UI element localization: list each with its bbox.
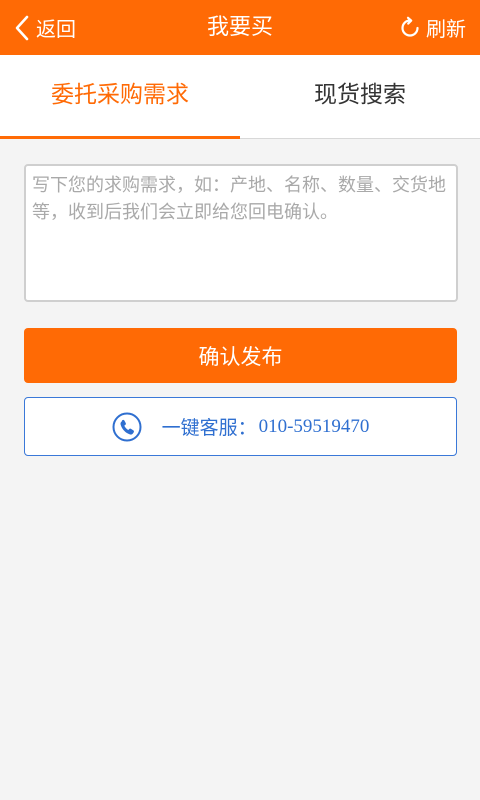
customer-service-button[interactable]: 一键客服： 010-59519470	[24, 397, 457, 456]
request-input[interactable]	[24, 164, 458, 302]
back-label: 返回	[36, 17, 76, 41]
phone-icon	[112, 412, 142, 441]
active-tab-indicator	[0, 136, 240, 139]
confirm-publish-button[interactable]: 确认发布	[24, 328, 457, 383]
tab-bar: 委托采购需求 现货搜索	[0, 55, 480, 139]
service-label: 一键客服：	[161, 417, 257, 439]
tab-purchase-request[interactable]: 委托采购需求	[0, 55, 240, 138]
refresh-icon	[401, 16, 419, 37]
refresh-label: 刷新	[426, 17, 466, 41]
refresh-button[interactable]: 刷新	[398, 0, 466, 55]
top-bar: 返回 我要买 刷新	[0, 0, 480, 55]
tab-spot-search[interactable]: 现货搜索	[240, 55, 480, 138]
chevron-left-icon	[15, 15, 29, 40]
service-phone-number: 010-59519470	[258, 415, 370, 437]
back-button[interactable]: 返回	[14, 0, 76, 55]
